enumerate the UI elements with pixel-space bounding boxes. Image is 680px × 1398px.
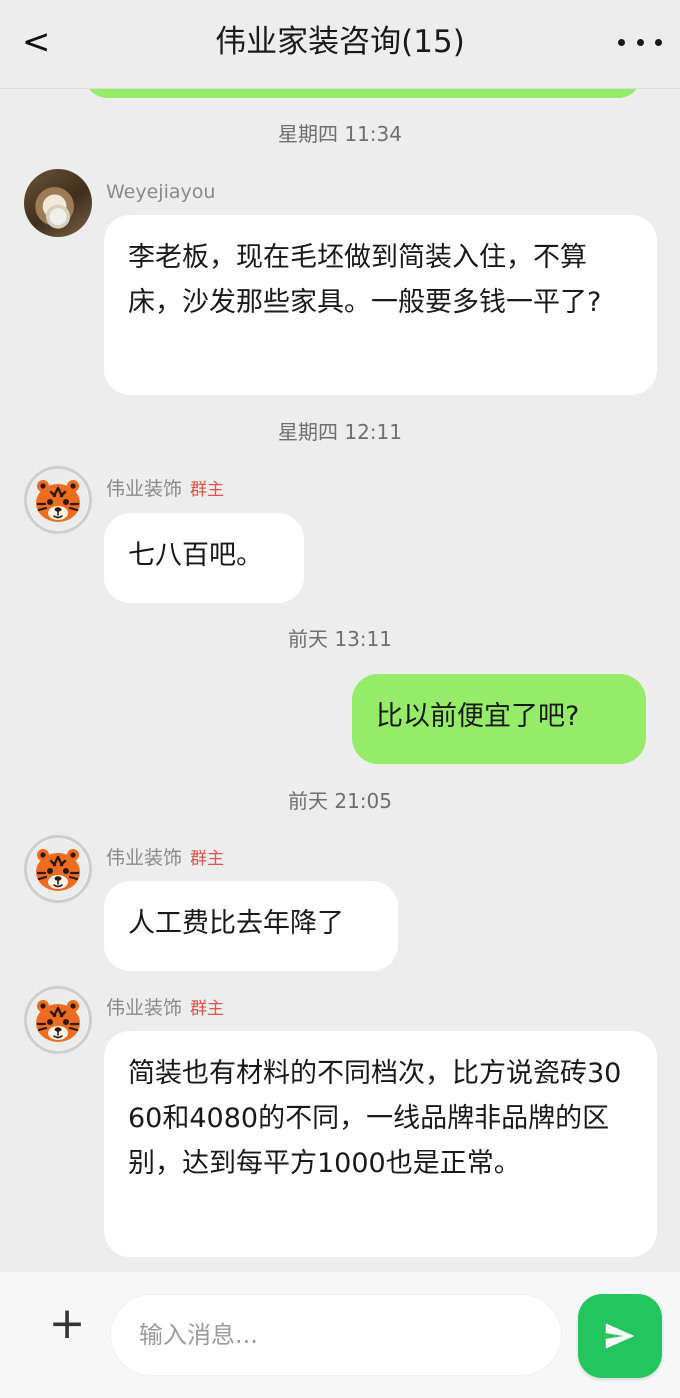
avatar[interactable] — [24, 986, 92, 1054]
sender-name: 伟业装饰 群主 — [106, 993, 224, 1023]
tiger-icon — [28, 470, 88, 530]
message-bubble[interactable]: 人工费比去年降了 — [104, 881, 398, 971]
back-button[interactable]: < — [22, 18, 62, 66]
owner-badge: 群主 — [190, 999, 225, 1019]
timestamp: 前天 13:11 — [288, 627, 392, 651]
sender-name-text: 伟业装饰 — [106, 997, 183, 1019]
more-dots-icon[interactable] — [618, 30, 662, 54]
timestamp: 星期四 11:34 — [278, 122, 402, 146]
tiger-icon — [28, 990, 88, 1050]
sender-name: 伟业装饰 群主 — [106, 474, 224, 504]
avatar[interactable] — [24, 835, 92, 903]
message-bubble[interactable]: 李老板，现在毛坯做到简装入住，不算床，沙发那些家具。一般要多钱一平了? — [104, 215, 657, 395]
tiger-icon — [28, 839, 88, 899]
timestamp: 前天 21:05 — [288, 789, 392, 813]
timestamp: 星期四 12:11 — [278, 420, 402, 444]
sender-name-text: 伟业装饰 — [106, 478, 183, 500]
sender-name-text: 伟业装饰 — [106, 847, 183, 869]
chat-title: 伟业家装咨询(15) — [215, 24, 465, 60]
message-bubble[interactable]: 简装也有材料的不同档次，比方说瓷砖3060和4080的不同，一线品牌非品牌的区别… — [104, 1031, 657, 1257]
owner-badge: 群主 — [190, 849, 225, 869]
my-message-bubble[interactable]: 比以前便宜了吧? — [352, 674, 646, 764]
message-input[interactable] — [110, 1294, 562, 1376]
dot — [618, 38, 625, 46]
dot — [636, 38, 644, 46]
send-icon — [605, 1323, 635, 1349]
avatar[interactable] — [24, 169, 92, 237]
plus-icon[interactable]: + — [45, 1302, 89, 1346]
owner-badge: 群主 — [190, 480, 225, 500]
send-button[interactable] — [578, 1294, 662, 1378]
composer-bar: + — [0, 1272, 680, 1398]
sender-name: Weyejiayou — [106, 181, 216, 203]
avatar[interactable] — [24, 466, 92, 534]
dot — [655, 38, 662, 46]
sender-name: 伟业装饰 群主 — [106, 843, 224, 873]
message-bubble[interactable]: 七八百吧。 — [104, 513, 304, 603]
chat-header: < 伟业家装咨询(15) — [0, 0, 680, 89]
